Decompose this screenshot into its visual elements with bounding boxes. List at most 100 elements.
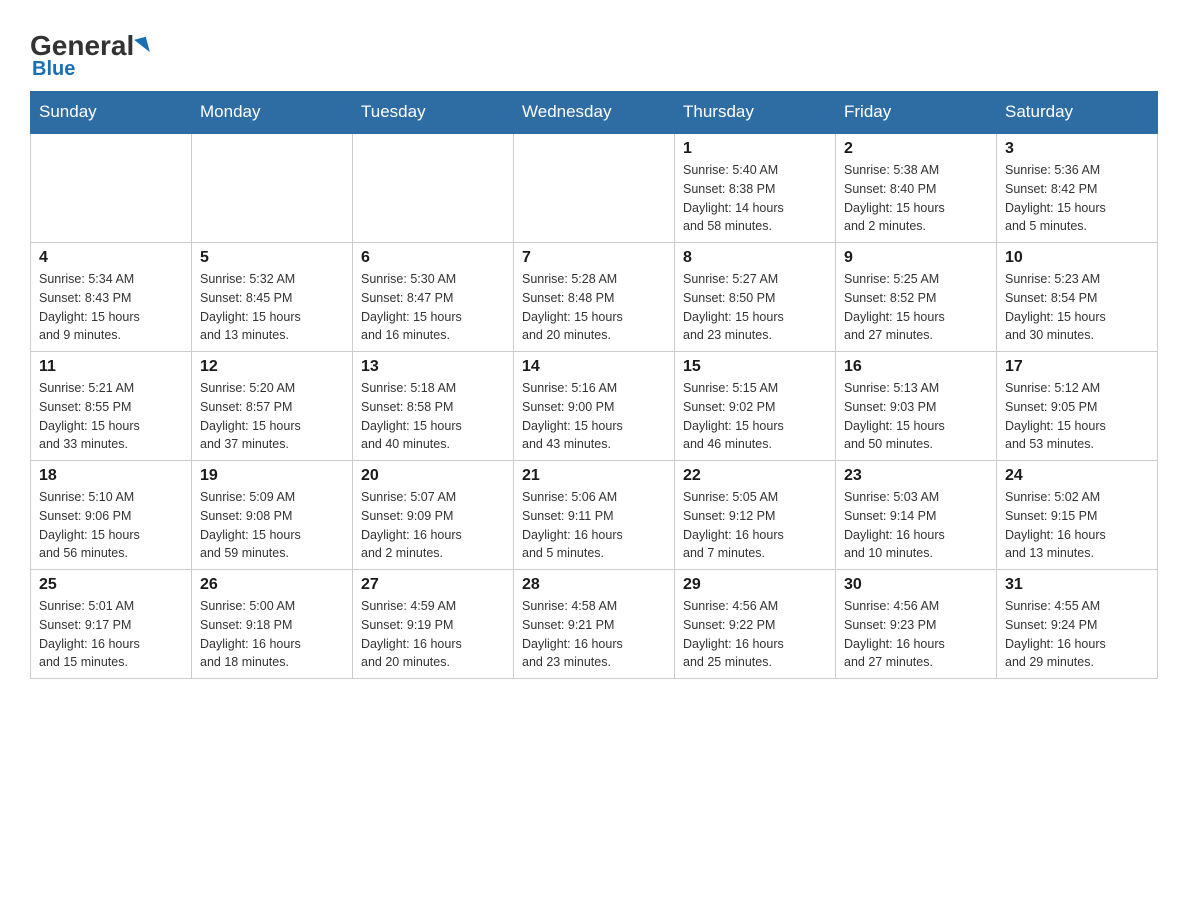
day-number: 28 — [522, 576, 666, 594]
calendar-cell: 12 Sunrise: 5:20 AM Sunset: 8:57 PM Dayli… — [192, 352, 353, 461]
calendar-header-row: SundayMondayTuesdayWednesdayThursdayFrid… — [31, 92, 1158, 134]
day-info: Sunrise: 5:16 AM Sunset: 9:00 PM Dayligh… — [522, 379, 666, 454]
calendar-cell: 20 Sunrise: 5:07 AM Sunset: 9:09 PM Dayli… — [353, 461, 514, 570]
day-info: Sunrise: 5:01 AM Sunset: 9:17 PM Dayligh… — [39, 597, 183, 672]
day-number: 26 — [200, 576, 344, 594]
calendar-cell: 21 Sunrise: 5:06 AM Sunset: 9:11 PM Dayli… — [514, 461, 675, 570]
day-number: 17 — [1005, 358, 1149, 376]
day-info: Sunrise: 5:18 AM Sunset: 8:58 PM Dayligh… — [361, 379, 505, 454]
calendar-cell — [31, 133, 192, 243]
calendar-cell: 23 Sunrise: 5:03 AM Sunset: 9:14 PM Dayli… — [836, 461, 997, 570]
calendar-header-saturday: Saturday — [997, 92, 1158, 134]
day-number: 19 — [200, 467, 344, 485]
day-info: Sunrise: 5:28 AM Sunset: 8:48 PM Dayligh… — [522, 270, 666, 345]
day-info: Sunrise: 4:55 AM Sunset: 9:24 PM Dayligh… — [1005, 597, 1149, 672]
calendar-cell: 25 Sunrise: 5:01 AM Sunset: 9:17 PM Dayli… — [31, 570, 192, 679]
day-info: Sunrise: 5:25 AM Sunset: 8:52 PM Dayligh… — [844, 270, 988, 345]
calendar-week-row: 1 Sunrise: 5:40 AM Sunset: 8:38 PM Daylig… — [31, 133, 1158, 243]
calendar-cell: 10 Sunrise: 5:23 AM Sunset: 8:54 PM Dayli… — [997, 243, 1158, 352]
day-info: Sunrise: 5:20 AM Sunset: 8:57 PM Dayligh… — [200, 379, 344, 454]
day-number: 4 — [39, 249, 183, 267]
day-number: 15 — [683, 358, 827, 376]
day-info: Sunrise: 5:27 AM Sunset: 8:50 PM Dayligh… — [683, 270, 827, 345]
day-info: Sunrise: 5:12 AM Sunset: 9:05 PM Dayligh… — [1005, 379, 1149, 454]
day-info: Sunrise: 4:56 AM Sunset: 9:23 PM Dayligh… — [844, 597, 988, 672]
page-header: General Blue — [30, 20, 1158, 81]
day-number: 23 — [844, 467, 988, 485]
day-number: 11 — [39, 358, 183, 376]
day-info: Sunrise: 5:23 AM Sunset: 8:54 PM Dayligh… — [1005, 270, 1149, 345]
day-info: Sunrise: 5:30 AM Sunset: 8:47 PM Dayligh… — [361, 270, 505, 345]
calendar-week-row: 18 Sunrise: 5:10 AM Sunset: 9:06 PM Dayli… — [31, 461, 1158, 570]
calendar-cell: 29 Sunrise: 4:56 AM Sunset: 9:22 PM Dayli… — [675, 570, 836, 679]
calendar-table: SundayMondayTuesdayWednesdayThursdayFrid… — [30, 91, 1158, 679]
day-number: 7 — [522, 249, 666, 267]
day-info: Sunrise: 5:34 AM Sunset: 8:43 PM Dayligh… — [39, 270, 183, 345]
day-info: Sunrise: 5:21 AM Sunset: 8:55 PM Dayligh… — [39, 379, 183, 454]
day-number: 24 — [1005, 467, 1149, 485]
calendar-cell: 5 Sunrise: 5:32 AM Sunset: 8:45 PM Daylig… — [192, 243, 353, 352]
calendar-header-sunday: Sunday — [31, 92, 192, 134]
day-info: Sunrise: 5:06 AM Sunset: 9:11 PM Dayligh… — [522, 488, 666, 563]
day-info: Sunrise: 4:56 AM Sunset: 9:22 PM Dayligh… — [683, 597, 827, 672]
day-info: Sunrise: 5:03 AM Sunset: 9:14 PM Dayligh… — [844, 488, 988, 563]
logo: General Blue — [30, 30, 148, 81]
day-info: Sunrise: 5:07 AM Sunset: 9:09 PM Dayligh… — [361, 488, 505, 563]
day-number: 5 — [200, 249, 344, 267]
calendar-cell — [514, 133, 675, 243]
day-info: Sunrise: 5:05 AM Sunset: 9:12 PM Dayligh… — [683, 488, 827, 563]
day-info: Sunrise: 5:15 AM Sunset: 9:02 PM Dayligh… — [683, 379, 827, 454]
calendar-cell: 31Sunrise: 4:55 AM Sunset: 9:24 PM Dayli… — [997, 570, 1158, 679]
calendar-cell: 14 Sunrise: 5:16 AM Sunset: 9:00 PM Dayli… — [514, 352, 675, 461]
calendar-cell: 1 Sunrise: 5:40 AM Sunset: 8:38 PM Daylig… — [675, 133, 836, 243]
calendar-cell: 16Sunrise: 5:13 AM Sunset: 9:03 PM Dayli… — [836, 352, 997, 461]
day-number: 25 — [39, 576, 183, 594]
day-number: 8 — [683, 249, 827, 267]
calendar-header-tuesday: Tuesday — [353, 92, 514, 134]
day-number: 27 — [361, 576, 505, 594]
day-info: Sunrise: 5:32 AM Sunset: 8:45 PM Dayligh… — [200, 270, 344, 345]
calendar-cell: 7 Sunrise: 5:28 AM Sunset: 8:48 PM Daylig… — [514, 243, 675, 352]
day-info: Sunrise: 5:38 AM Sunset: 8:40 PM Dayligh… — [844, 161, 988, 236]
day-number: 18 — [39, 467, 183, 485]
calendar-header-wednesday: Wednesday — [514, 92, 675, 134]
day-info: Sunrise: 5:09 AM Sunset: 9:08 PM Dayligh… — [200, 488, 344, 563]
calendar-cell: 26 Sunrise: 5:00 AM Sunset: 9:18 PM Dayli… — [192, 570, 353, 679]
calendar-week-row: 25 Sunrise: 5:01 AM Sunset: 9:17 PM Dayli… — [31, 570, 1158, 679]
calendar-cell — [192, 133, 353, 243]
calendar-cell: 2 Sunrise: 5:38 AM Sunset: 8:40 PM Daylig… — [836, 133, 997, 243]
calendar-cell: 8 Sunrise: 5:27 AM Sunset: 8:50 PM Daylig… — [675, 243, 836, 352]
day-number: 21 — [522, 467, 666, 485]
day-number: 20 — [361, 467, 505, 485]
day-number: 14 — [522, 358, 666, 376]
day-number: 9 — [844, 249, 988, 267]
day-info: Sunrise: 5:02 AM Sunset: 9:15 PM Dayligh… — [1005, 488, 1149, 563]
calendar-cell: 19 Sunrise: 5:09 AM Sunset: 9:08 PM Dayli… — [192, 461, 353, 570]
day-info: Sunrise: 5:10 AM Sunset: 9:06 PM Dayligh… — [39, 488, 183, 563]
day-number: 13 — [361, 358, 505, 376]
day-number: 22 — [683, 467, 827, 485]
day-info: Sunrise: 5:00 AM Sunset: 9:18 PM Dayligh… — [200, 597, 344, 672]
day-number: 29 — [683, 576, 827, 594]
calendar-cell: 30 Sunrise: 4:56 AM Sunset: 9:23 PM Dayli… — [836, 570, 997, 679]
calendar-cell: 27Sunrise: 4:59 AM Sunset: 9:19 PM Dayli… — [353, 570, 514, 679]
day-number: 1 — [683, 140, 827, 158]
calendar-cell: 17 Sunrise: 5:12 AM Sunset: 9:05 PM Dayli… — [997, 352, 1158, 461]
day-info: Sunrise: 5:13 AM Sunset: 9:03 PM Dayligh… — [844, 379, 988, 454]
day-number: 12 — [200, 358, 344, 376]
day-info: Sunrise: 5:36 AM Sunset: 8:42 PM Dayligh… — [1005, 161, 1149, 236]
calendar-cell: 6Sunrise: 5:30 AM Sunset: 8:47 PM Daylig… — [353, 243, 514, 352]
calendar-cell: 11 Sunrise: 5:21 AM Sunset: 8:55 PM Dayli… — [31, 352, 192, 461]
calendar-cell: 24 Sunrise: 5:02 AM Sunset: 9:15 PM Dayli… — [997, 461, 1158, 570]
day-number: 10 — [1005, 249, 1149, 267]
calendar-cell: 28Sunrise: 4:58 AM Sunset: 9:21 PM Dayli… — [514, 570, 675, 679]
calendar-header-thursday: Thursday — [675, 92, 836, 134]
day-number: 2 — [844, 140, 988, 158]
calendar-week-row: 11 Sunrise: 5:21 AM Sunset: 8:55 PM Dayli… — [31, 352, 1158, 461]
logo-arrow-icon — [134, 37, 150, 56]
calendar-cell: 15 Sunrise: 5:15 AM Sunset: 9:02 PM Dayli… — [675, 352, 836, 461]
calendar-cell — [353, 133, 514, 243]
day-info: Sunrise: 5:40 AM Sunset: 8:38 PM Dayligh… — [683, 161, 827, 236]
day-number: 30 — [844, 576, 988, 594]
calendar-header-friday: Friday — [836, 92, 997, 134]
